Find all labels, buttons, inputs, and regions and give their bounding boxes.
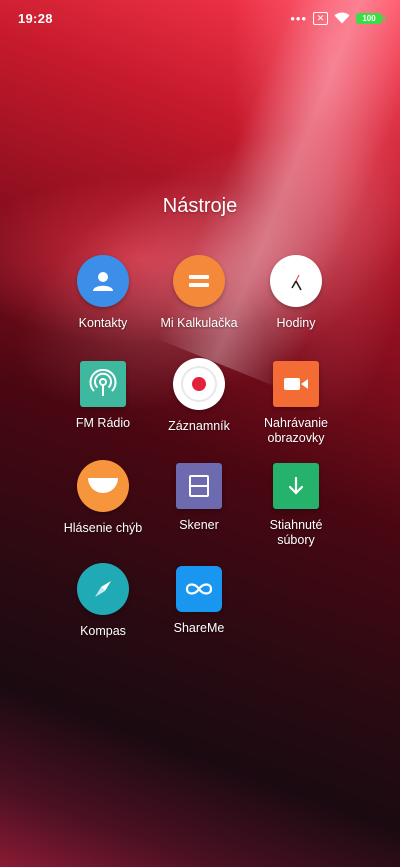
app-grid: Kontakty Mi Kalkulačka Hodiny FM Rádio Z…	[0, 0, 400, 867]
app-label: Záznamník	[168, 419, 230, 433]
app-kompas[interactable]: Kompas	[48, 563, 158, 639]
app-label: Kontakty	[78, 316, 128, 330]
app-shareme[interactable]: ShareMe	[144, 563, 254, 636]
radio-icon	[80, 361, 126, 407]
app-hodiny[interactable]: Hodiny	[241, 255, 351, 331]
app-label: Kompas	[80, 624, 126, 638]
contacts-icon	[77, 255, 129, 307]
recorder-icon	[173, 358, 225, 410]
shareme-icon	[176, 566, 222, 612]
app-label: Nahrávanie obrazovky	[264, 416, 328, 445]
compass-icon	[77, 563, 129, 615]
app-label: ShareMe	[173, 621, 225, 635]
app-hlasenie-chyb[interactable]: Hlásenie chýb	[48, 460, 158, 536]
app-label: Stiahnuté súbory	[269, 518, 323, 547]
app-skener[interactable]: Skener	[144, 460, 254, 533]
app-label: Mi Kalkulačka	[160, 316, 238, 330]
clock-icon	[270, 255, 322, 307]
app-label: Hodiny	[276, 316, 316, 330]
app-label: Hlásenie chýb	[63, 521, 143, 535]
calculator-icon	[173, 255, 225, 307]
app-label: FM Rádio	[75, 416, 131, 430]
download-icon	[273, 463, 319, 509]
app-stiahnute-subory[interactable]: Stiahnuté súbory	[241, 460, 351, 548]
app-nahravanie-obrazovky[interactable]: Nahrávanie obrazovky	[241, 358, 351, 446]
scanner-icon	[176, 463, 222, 509]
app-zaznamnik[interactable]: Záznamník	[144, 358, 254, 434]
screen-recorder-icon	[273, 361, 319, 407]
app-fm-radio[interactable]: FM Rádio	[48, 358, 158, 431]
app-kontakty[interactable]: Kontakty	[48, 255, 158, 331]
feedback-icon	[77, 460, 129, 512]
app-mi-kalkulacka[interactable]: Mi Kalkulačka	[144, 255, 254, 331]
app-label: Skener	[179, 518, 219, 532]
